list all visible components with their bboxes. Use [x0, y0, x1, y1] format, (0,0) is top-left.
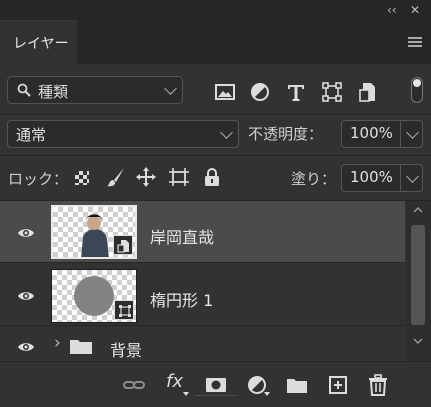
layer-name[interactable]: 背景 [110, 337, 142, 361]
add-mask-icon[interactable] [205, 374, 227, 396]
visibility-eye-icon[interactable] [17, 290, 35, 302]
link-layers-icon[interactable] [123, 374, 145, 396]
layer-name[interactable]: 楕円形 1 [150, 287, 213, 311]
lock-position-icon[interactable] [136, 167, 156, 187]
filter-row: 種類 [0, 64, 431, 114]
visibility-eye-icon[interactable] [17, 341, 35, 353]
panel-resize-grip[interactable] [196, 395, 236, 398]
layer-row[interactable]: 岸岡直哉 [0, 201, 405, 263]
lock-image-pixels-icon[interactable] [106, 167, 126, 187]
chevron-up-icon[interactable] [413, 207, 423, 213]
panel-title-bar: ‹‹ ✕ [0, 0, 431, 20]
layer-thumbnail [51, 205, 137, 259]
layer-name[interactable]: 岸岡直哉 [150, 224, 214, 248]
opacity-field[interactable]: 100% [341, 120, 423, 148]
filter-toggle-switch[interactable] [411, 77, 423, 103]
type-filter-icon[interactable] [286, 82, 306, 102]
collapse-panel-button[interactable]: ‹‹ [387, 2, 397, 18]
chevron-down-icon [406, 170, 419, 183]
layer-row[interactable]: › 背景 [0, 327, 405, 361]
panel-tab-row: レイヤー [0, 20, 431, 64]
lock-row: ロック： 塗り： 100% [0, 156, 431, 200]
tab-layers[interactable]: レイヤー [0, 20, 77, 64]
blend-mode-dropdown[interactable]: 通常 [7, 120, 239, 148]
layers-panel: ‹‹ ✕ レイヤー 種類 通常 不透明度： 100% ロック： 塗り： 100%… [0, 0, 431, 407]
chevron-down-icon [164, 82, 177, 95]
dropdown-triangle-icon [183, 392, 189, 396]
fill-field[interactable]: 100% [341, 164, 423, 192]
lock-artboard-icon[interactable] [169, 168, 189, 186]
adjustment-filter-icon[interactable] [250, 82, 270, 102]
chevron-down-icon [406, 126, 419, 139]
panel-menu-icon[interactable] [408, 37, 422, 47]
blend-row: 通常 不透明度： 100% [0, 114, 431, 154]
expand-group-chevron[interactable]: › [54, 333, 61, 353]
lock-transparent-pixels-icon[interactable] [74, 170, 90, 186]
smart-object-badge-icon [117, 240, 129, 253]
folder-icon [70, 340, 92, 354]
fill-label: 塗り： [291, 170, 337, 188]
visibility-eye-icon[interactable] [17, 227, 35, 239]
layer-thumbnail [51, 269, 137, 323]
smart-object-filter-icon[interactable] [359, 82, 379, 102]
layer-row[interactable]: 楕円形 1 [0, 264, 405, 326]
scrollbar-thumb[interactable] [411, 225, 425, 325]
opacity-label: 不透明度： [248, 125, 324, 143]
lock-all-icon[interactable] [204, 168, 220, 186]
chevron-down-icon [220, 126, 233, 139]
fill-value: 100% [350, 168, 393, 186]
blend-mode-value: 通常 [16, 126, 47, 144]
search-icon [17, 83, 31, 97]
filter-kind-dropdown[interactable]: 種類 [7, 76, 183, 104]
fx-icon[interactable]: fx [166, 371, 183, 392]
lock-label: ロック： [8, 170, 69, 188]
shape-badge-icon [119, 305, 131, 317]
opacity-value: 100% [350, 124, 393, 142]
image-filter-icon[interactable] [215, 82, 235, 102]
new-layer-icon[interactable] [327, 374, 349, 396]
layer-list-scrollbar[interactable] [406, 201, 431, 361]
new-group-icon[interactable] [286, 374, 308, 396]
layer-list: 岸岡直哉 楕円形 1 › 背景 [0, 201, 431, 361]
tab-layers-label: レイヤー [13, 36, 69, 52]
chevron-down-icon[interactable] [413, 338, 423, 344]
dropdown-triangle-icon [264, 392, 270, 396]
layers-bottom-toolbar: fx [0, 361, 431, 407]
filter-kind-label: 種類 [38, 83, 69, 101]
shape-filter-icon[interactable] [322, 82, 342, 102]
close-panel-button[interactable]: ✕ [410, 2, 420, 18]
delete-layer-icon[interactable] [367, 374, 389, 396]
